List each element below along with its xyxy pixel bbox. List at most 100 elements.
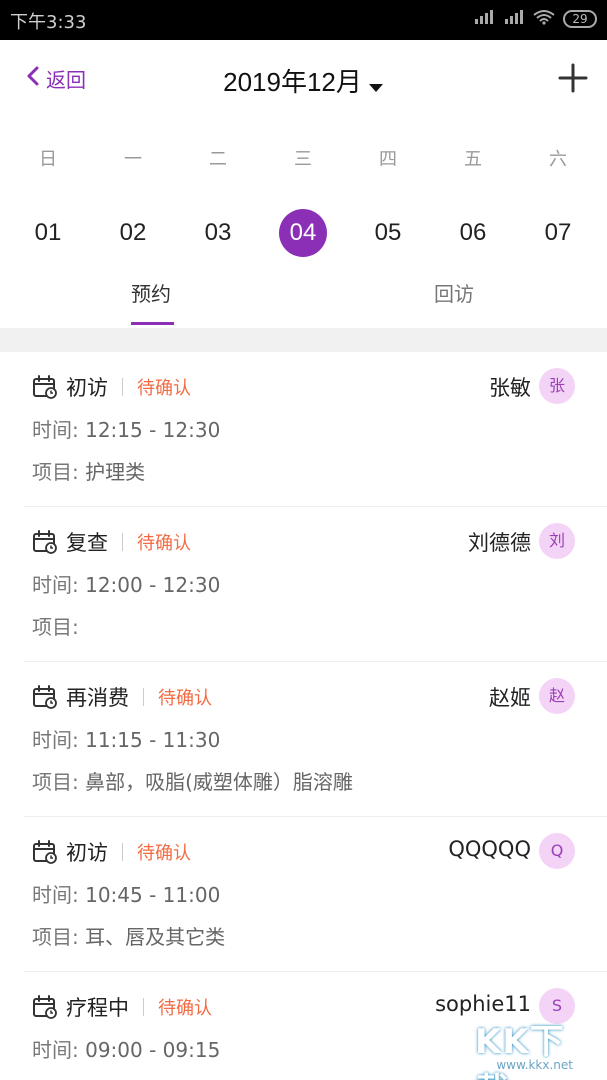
item-label: 项目: xyxy=(32,615,79,639)
time-row: 时间: 12:00 - 12:30 xyxy=(32,569,220,598)
time-value: 12:15 - 12:30 xyxy=(85,418,221,442)
item-value: 护理类 xyxy=(85,460,146,484)
plus-icon xyxy=(558,63,588,93)
item-row: 项目: 耳、唇及其它类 xyxy=(32,921,225,950)
item-label: 项目: xyxy=(32,770,79,794)
appointment-header: 再消费 待确认 xyxy=(32,682,212,712)
avatar[interactable]: Q xyxy=(539,833,575,869)
date-strip: 01 02 03 04 05 06 07 xyxy=(0,205,607,261)
weekday-label: 五 xyxy=(464,149,482,170)
weekday-header: 日一二三四五六 xyxy=(0,145,607,185)
calendar-clock-icon xyxy=(32,994,58,1020)
time-label: 时间: xyxy=(32,573,79,597)
appointment-type: 再消费 xyxy=(66,686,129,710)
divider xyxy=(122,378,123,396)
add-button[interactable] xyxy=(557,62,589,94)
customer-name: QQQQQ xyxy=(448,837,531,861)
weekday-label: 二 xyxy=(209,149,227,170)
time-label: 时间: xyxy=(32,1038,79,1062)
calendar-clock-icon xyxy=(32,684,58,710)
appointment-card[interactable]: 初访 待确认 QQQQQ Q 时间: 10:45 - 11:00 项目: 耳、唇及其它类 xyxy=(24,817,607,972)
date-item[interactable]: 01 xyxy=(20,205,76,261)
time-value: 11:15 - 11:30 xyxy=(85,728,221,752)
divider xyxy=(122,843,123,861)
divider xyxy=(143,688,144,706)
appointment-list: 初访 待确认 张敏张时间: 12:15 - 12:30 项目: 护理类 复查 待确认 刘德德… xyxy=(0,352,607,1080)
appointment-type: 疗程中 xyxy=(66,996,129,1020)
calendar-clock-icon xyxy=(32,374,58,400)
tab-bar: 预约 回访 xyxy=(0,270,607,326)
appointment-header: 复查 待确认 xyxy=(32,527,191,557)
weekday-label: 三 xyxy=(294,149,312,170)
appointment-card[interactable]: 再消费 待确认 赵姬赵时间: 11:15 - 11:30 项目: 鼻部，吸脂(威塑体雕… xyxy=(24,662,607,817)
active-tab-indicator xyxy=(131,322,174,325)
status-badge: 待确认 xyxy=(137,378,191,399)
customer-name: sophie11 xyxy=(435,992,531,1016)
battery-icon: 29 xyxy=(563,10,597,28)
watermark-url: www.kkx.net xyxy=(496,1058,573,1072)
month-picker[interactable]: 2019年12月 xyxy=(0,62,607,100)
time-label: 时间: xyxy=(32,418,79,442)
avatar[interactable]: 赵 xyxy=(539,678,575,714)
wifi-icon xyxy=(533,9,555,29)
status-badge: 待确认 xyxy=(137,533,191,554)
item-row: 项目: 鼻尖成形术 耳软骨 xyxy=(32,1076,251,1080)
status-bar: 下午3:33 29 xyxy=(0,0,607,40)
time-row: 时间: 09:00 - 09:15 xyxy=(32,1034,220,1063)
calendar-clock-icon xyxy=(32,529,58,555)
date-item[interactable]: 02 xyxy=(105,205,161,261)
watermark-logo: KK下载 www.kkx.net xyxy=(475,1014,595,1080)
item-label: 项目: xyxy=(32,460,79,484)
date-item[interactable]: 05 xyxy=(360,205,416,261)
status-badge: 待确认 xyxy=(137,843,191,864)
weekday-label: 四 xyxy=(379,149,397,170)
avatar[interactable]: 刘 xyxy=(539,523,575,559)
time-row: 时间: 11:15 - 11:30 xyxy=(32,724,220,753)
item-row: 项目: 护理类 xyxy=(32,456,145,485)
section-divider xyxy=(0,328,607,352)
time-value: 09:00 - 09:15 xyxy=(85,1038,221,1062)
status-icons: 29 xyxy=(473,9,597,29)
item-label: 项目: xyxy=(32,925,79,949)
date-item[interactable]: 03 xyxy=(190,205,246,261)
date-item-selected[interactable]: 04 xyxy=(279,209,327,257)
customer-name: 赵姬 xyxy=(489,686,531,710)
time-value: 10:45 - 11:00 xyxy=(85,883,221,907)
status-time: 下午3:33 xyxy=(10,12,87,33)
appointment-header: 初访 待确认 xyxy=(32,837,191,867)
item-value: 耳、唇及其它类 xyxy=(85,925,226,949)
appointment-type: 初访 xyxy=(66,841,108,865)
item-value: 鼻部，吸脂(威塑体雕）脂溶雕 xyxy=(85,770,353,794)
tab-followup[interactable]: 回访 xyxy=(434,278,474,307)
weekday-label: 一 xyxy=(124,149,142,170)
item-row: 项目: xyxy=(32,611,79,640)
avatar[interactable]: 张 xyxy=(539,368,575,404)
item-row: 项目: 鼻部，吸脂(威塑体雕）脂溶雕 xyxy=(32,766,353,795)
time-label: 时间: xyxy=(32,883,79,907)
weekday-label: 六 xyxy=(549,149,567,170)
divider xyxy=(143,998,144,1016)
date-item[interactable]: 07 xyxy=(530,205,586,261)
appointment-card[interactable]: 初访 待确认 张敏张时间: 12:15 - 12:30 项目: 护理类 xyxy=(24,352,607,507)
customer-name: 张敏 xyxy=(489,376,531,400)
calendar-clock-icon xyxy=(32,839,58,865)
status-badge: 待确认 xyxy=(158,688,212,709)
appointment-header: 初访 待确认 xyxy=(32,372,191,402)
appointment-header: 疗程中 待确认 xyxy=(32,992,212,1022)
customer-name: 刘德德 xyxy=(468,531,531,555)
appointment-card[interactable]: 复查 待确认 刘德德刘时间: 12:00 - 12:30 项目: xyxy=(24,507,607,662)
time-row: 时间: 12:15 - 12:30 xyxy=(32,414,220,443)
date-item[interactable]: 06 xyxy=(445,205,501,261)
time-label: 时间: xyxy=(32,728,79,752)
appointment-type: 初访 xyxy=(66,376,108,400)
signal-hd-icon xyxy=(473,9,495,29)
time-value: 12:00 - 12:30 xyxy=(85,573,221,597)
weekday-label: 日 xyxy=(39,149,57,170)
signal-icon xyxy=(503,9,525,29)
header: 返回 2019年12月 xyxy=(0,40,607,120)
time-row: 时间: 10:45 - 11:00 xyxy=(32,879,220,908)
appointment-type: 复查 xyxy=(66,531,108,555)
status-badge: 待确认 xyxy=(158,998,212,1019)
month-title: 2019年12月 xyxy=(223,67,362,97)
tab-appointment[interactable]: 预约 xyxy=(131,278,171,307)
